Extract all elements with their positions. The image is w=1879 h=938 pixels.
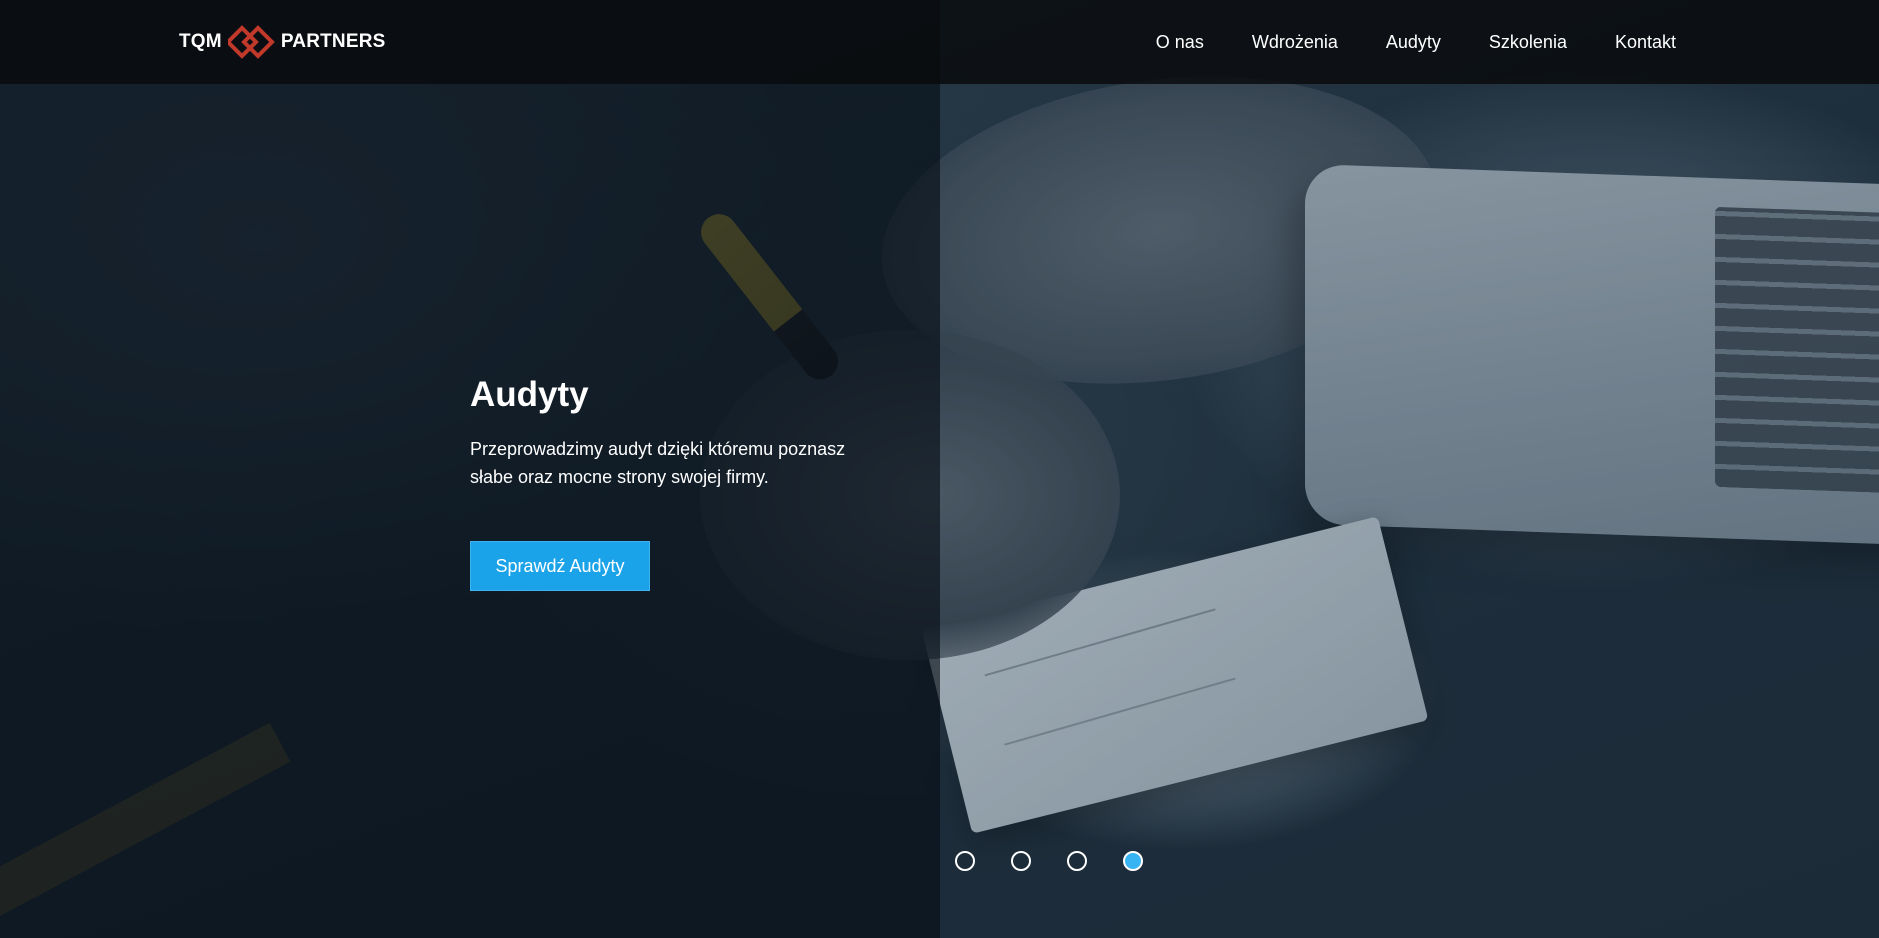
slider-pagination bbox=[955, 851, 1179, 871]
logo-text-left: TQM bbox=[179, 31, 222, 52]
slider-dot-4[interactable] bbox=[1123, 851, 1143, 871]
site-header: TQM PARTNERS O nas Wdrożenia Audyty Szko… bbox=[0, 0, 1879, 84]
hero-slider: TQM PARTNERS O nas Wdrożenia Audyty Szko… bbox=[0, 0, 1879, 938]
nav-item-audyty[interactable]: Audyty bbox=[1386, 32, 1441, 53]
slider-dot-1[interactable] bbox=[955, 851, 975, 871]
slide-title: Audyty bbox=[470, 375, 589, 414]
site-logo[interactable]: TQM PARTNERS bbox=[179, 25, 386, 59]
nav-item-wdrozenia[interactable]: Wdrożenia bbox=[1252, 32, 1338, 53]
logo-diamond-icon bbox=[224, 25, 276, 59]
nav-item-o-nas[interactable]: O nas bbox=[1156, 32, 1204, 53]
logo-text-right: PARTNERS bbox=[280, 31, 386, 52]
nav-item-kontakt[interactable]: Kontakt bbox=[1615, 32, 1676, 53]
nav-item-szkolenia[interactable]: Szkolenia bbox=[1489, 32, 1567, 53]
slide-description: Przeprowadzimy audyt dzięki któremu pozn… bbox=[470, 439, 846, 487]
tint-overlay-right bbox=[940, 0, 1879, 938]
main-nav: O nas Wdrożenia Audyty Szkolenia Kontakt bbox=[1108, 0, 1676, 84]
slider-dot-2[interactable] bbox=[1011, 851, 1031, 871]
check-audits-button[interactable]: Sprawdź Audyty bbox=[470, 541, 650, 591]
slider-dot-3[interactable] bbox=[1067, 851, 1087, 871]
